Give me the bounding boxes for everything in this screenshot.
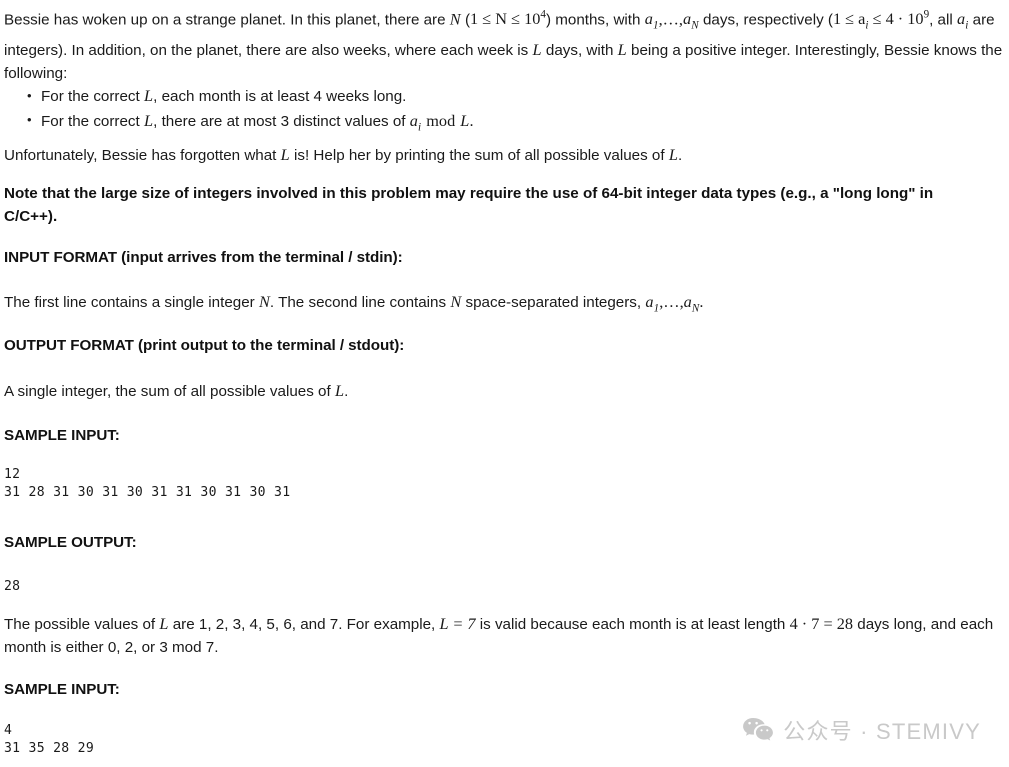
sequence-a1: a1 — [644, 9, 659, 32]
sample-output-heading-1: SAMPLE OUTPUT: — [4, 534, 137, 551]
sample-input-code-1: 12 31 28 31 30 31 30 31 31 30 31 30 31 — [4, 467, 291, 500]
problem-statement-page: Bessie has woken up on a strange planet.… — [0, 0, 1009, 767]
forgotten-mid: is! Help her by printing the sum of all … — [289, 147, 669, 164]
input-format-heading: INPUT FORMAT (input arrives from the ter… — [4, 249, 403, 266]
intro-text-3: ) months, with — [545, 11, 645, 29]
constraint-a: 1 ≤ ai ≤ 4 · 109 — [832, 9, 930, 32]
mod-operator: mod — [422, 110, 460, 130]
forgotten-paragraph: Unfortunately, Bessie has forgotten what… — [4, 143, 682, 167]
variable-ai: ai — [956, 9, 969, 32]
list-item: For the correct L, there are at most 3 d… — [27, 108, 474, 140]
note-paragraph: Note that the large size of integers inv… — [4, 185, 934, 226]
intro-text-4: days, respectively ( — [698, 11, 833, 29]
sequence-an: aN — [683, 9, 699, 32]
wechat-icon — [742, 717, 774, 743]
variable-l-2: L — [617, 39, 627, 59]
bullet-1-post: , each month is at least 4 weeks long. — [153, 88, 407, 105]
bullet-2-period: . — [469, 110, 474, 130]
list-item: For the correct L, each month is at leas… — [27, 84, 474, 109]
intro-text-5: , all — [929, 11, 957, 29]
intro-text-2: ( — [460, 11, 471, 29]
sample-output-code-1: 28 — [4, 579, 21, 594]
sample-input-heading-2: SAMPLE INPUT: — [4, 681, 120, 698]
variable-l-1: L — [532, 39, 542, 59]
output-desc-pre: A single integer, the sum of all possibl… — [4, 383, 335, 400]
intro-text-1: Bessie has woken up on a strange planet.… — [4, 11, 450, 29]
explain-eq-l: L = 7 — [439, 614, 476, 633]
sample-input-heading-1: SAMPLE INPUT: — [4, 427, 120, 444]
explain-2: are 1, 2, 3, 4, 5, 6, and 7. For example… — [168, 616, 440, 633]
input-var-n-2: N — [450, 292, 462, 311]
sample-input-code-2: 4 31 35 28 29 — [4, 723, 95, 756]
bullet-2-pre: For the correct — [41, 112, 144, 130]
forgotten-pre: Unfortunately, Bessie has forgotten what — [4, 147, 281, 164]
explanation-paragraph: The possible values of L are 1, 2, 3, 4,… — [4, 612, 1004, 660]
output-format-heading: OUTPUT FORMAT (print output to the termi… — [4, 337, 405, 354]
explain-var-l: L — [159, 614, 169, 633]
input-seq-ellipsis: ,…, — [659, 292, 684, 311]
input-desc-1: The first line contains a single integer — [4, 294, 259, 311]
bullet-1-var: L — [143, 86, 154, 105]
explain-eq-calc: 4 · 7 = 28 — [789, 614, 854, 633]
explain-3: is valid because each month is at least … — [475, 616, 790, 633]
variable-n: N — [449, 9, 461, 29]
bullet-1-pre: For the correct — [41, 88, 144, 105]
facts-list: For the correct L, each month is at leas… — [4, 84, 474, 140]
forgotten-var-2: L — [668, 145, 678, 164]
intro-paragraph: Bessie has woken up on a strange planet.… — [4, 4, 1005, 86]
output-var-l: L — [334, 381, 345, 400]
forgotten-var-1: L — [280, 145, 290, 164]
bullet-2-ai: ai — [409, 110, 422, 133]
input-desc-2: . The second line contains — [269, 294, 451, 311]
watermark: 公众号 · STEMIVY — [742, 714, 981, 746]
constraint-n: 1 ≤ N ≤ 104 — [470, 9, 546, 29]
bullet-2-var: L — [143, 110, 154, 130]
forgotten-end: . — [677, 147, 683, 164]
output-format-description: A single integer, the sum of all possibl… — [4, 379, 348, 403]
explain-1: The possible values of — [4, 616, 160, 633]
input-seq-an: aN — [683, 292, 700, 315]
intro-text-7: days, with — [541, 41, 618, 59]
watermark-text: 公众号 · STEMIVY — [783, 719, 981, 744]
sequence-ellipsis: ,…, — [658, 9, 683, 29]
input-var-n-1: N — [258, 292, 270, 311]
input-desc-3: space-separated integers, — [461, 294, 646, 311]
output-desc-end: . — [344, 383, 349, 400]
input-format-description: The first line contains a single integer… — [4, 290, 703, 321]
input-desc-4: . — [699, 292, 704, 311]
bullet-2-post: , there are at most 3 distinct values of — [153, 112, 410, 130]
input-seq-a1: a1 — [645, 292, 660, 315]
